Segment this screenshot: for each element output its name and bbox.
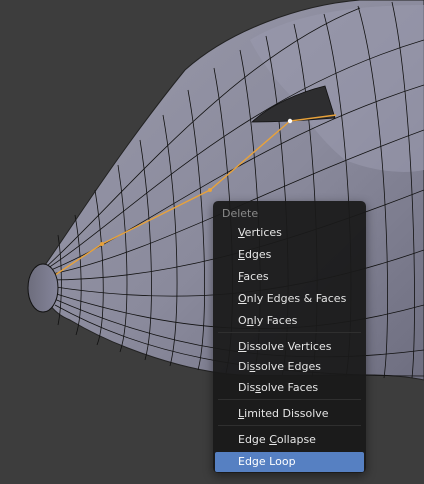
menu-item-dissolve-vertices[interactable]: Dissolve Vertices xyxy=(213,337,366,357)
selected-vertex xyxy=(100,242,104,246)
menu-item-only-faces[interactable]: Only Faces xyxy=(213,311,366,331)
delete-menu: Delete Vertices Edges Faces Only Edges & Fa… xyxy=(213,201,366,473)
menu-shortcut-key: n xyxy=(246,314,254,327)
menu-separator xyxy=(218,399,361,400)
menu-item-only-edges-faces[interactable]: Only Edges & Faces xyxy=(213,289,366,309)
menu-shortcut-key: D xyxy=(238,340,247,353)
menu-shortcut-key: V xyxy=(238,226,245,239)
menu-separator xyxy=(218,425,361,426)
active-vertex xyxy=(287,118,293,124)
menu-shortcut-key: E xyxy=(238,248,245,261)
menu-shortcut-key: O xyxy=(238,292,247,305)
selected-vertex xyxy=(208,188,212,192)
menu-shortcut-key: s xyxy=(255,381,261,394)
menu-item-vertices[interactable]: Vertices xyxy=(213,223,366,243)
menu-shortcut-key: L xyxy=(238,407,245,420)
menu-item-edge-loop[interactable]: Edge Loop xyxy=(215,452,364,472)
menu-shortcut-key: F xyxy=(238,270,244,283)
menu-item-limited-dissolve[interactable]: Limited Dissolve xyxy=(213,404,366,424)
menu-item-edges[interactable]: Edges xyxy=(213,245,366,265)
menu-item-edge-collapse[interactable]: Edge Collapse xyxy=(213,430,366,450)
menu-item-dissolve-edges[interactable]: Dissolve Edges xyxy=(213,357,366,377)
menu-shortcut-key: s xyxy=(249,360,256,373)
menu-item-faces[interactable]: Faces xyxy=(213,267,366,287)
menu-title: Delete xyxy=(222,207,259,220)
menu-shortcut-key: C xyxy=(269,433,277,446)
menu-item-dissolve-faces[interactable]: Dissolve Faces xyxy=(213,378,366,398)
mesh-nose-cap xyxy=(27,263,59,313)
menu-separator xyxy=(218,332,361,333)
